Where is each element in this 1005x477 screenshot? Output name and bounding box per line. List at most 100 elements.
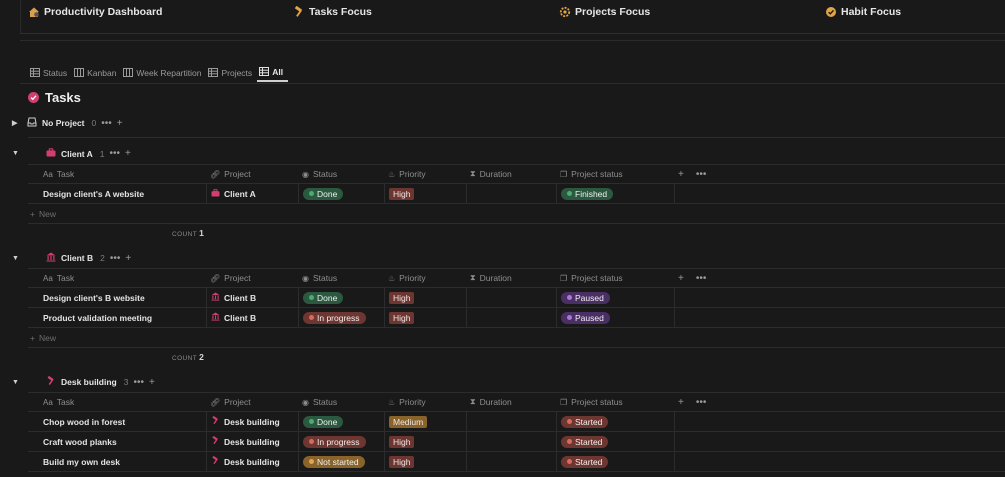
duration-cell[interactable] — [466, 412, 556, 431]
new-label: New — [38, 332, 56, 343]
column-header-duration[interactable]: ⧗ Duration — [466, 269, 556, 287]
duration-cell[interactable] — [466, 452, 556, 471]
table-row[interactable]: Product validation meeting Client B In p… — [28, 308, 1005, 328]
column-label: Project — [224, 397, 251, 407]
add-icon[interactable]: + — [149, 377, 155, 388]
column-header-duration[interactable]: ⧗ Duration — [466, 393, 556, 411]
more-icon[interactable]: ••• — [696, 169, 707, 180]
column-header-project[interactable]: 🔗︎ Project — [206, 165, 298, 183]
column-header-task[interactable]: Aa Task — [28, 393, 206, 411]
status-cell[interactable]: In progress — [298, 432, 384, 451]
task-cell[interactable]: Design client's B website — [28, 288, 206, 307]
table-row[interactable]: Design client's A website Client A Done … — [28, 184, 1005, 204]
column-header-status[interactable]: ◉ Status — [298, 269, 384, 287]
project-cell[interactable]: Desk building — [206, 452, 298, 471]
priority-cell[interactable]: High — [384, 308, 466, 327]
tab-status[interactable]: Status — [28, 64, 72, 82]
table-row[interactable]: Craft wood planks Desk building In progr… — [28, 432, 1005, 452]
nav-link-productivity-dashboard[interactable]: Productivity Dashboard — [28, 6, 162, 18]
column-header-project-status[interactable]: ❐ Project status — [556, 393, 674, 411]
project-link[interactable]: Client B — [211, 292, 256, 303]
project-cell[interactable]: Client B — [206, 308, 298, 327]
project-cell[interactable]: Client B — [206, 288, 298, 307]
more-icon[interactable]: ••• — [110, 253, 121, 264]
status-cell[interactable]: Done — [298, 288, 384, 307]
add-icon[interactable]: + — [125, 253, 131, 264]
task-cell[interactable]: Product validation meeting — [28, 308, 206, 327]
priority-cell[interactable]: High — [384, 184, 466, 203]
group-header-client-b[interactable]: ▼ Client B 2 ••• + — [12, 252, 131, 264]
more-icon[interactable]: ••• — [101, 118, 112, 129]
task-cell[interactable]: Design client's A website — [28, 184, 206, 203]
column-header-priority[interactable]: ♨ Priority — [384, 165, 466, 183]
column-header-project-status[interactable]: ❐ Project status — [556, 269, 674, 287]
status-cell[interactable]: Done — [298, 184, 384, 203]
column-header-task[interactable]: Aa Task — [28, 269, 206, 287]
duration-cell[interactable] — [466, 288, 556, 307]
column-header-project-status[interactable]: ❐ Project status — [556, 165, 674, 183]
project-link[interactable]: Client B — [211, 312, 256, 323]
collapse-triangle-icon[interactable]: ▼ — [12, 255, 22, 262]
collapse-triangle-icon[interactable]: ▼ — [12, 150, 22, 157]
new-row-button[interactable]: + New — [28, 204, 1005, 224]
tab-projects[interactable]: Projects — [206, 64, 257, 82]
priority-cell[interactable]: High — [384, 452, 466, 471]
status-cell[interactable]: Not started — [298, 452, 384, 471]
add-column-icon[interactable]: + — [678, 397, 684, 408]
column-header-task[interactable]: Aa Task — [28, 165, 206, 183]
more-icon[interactable]: ••• — [696, 397, 707, 408]
task-cell[interactable]: Build my own desk — [28, 452, 206, 471]
group-header-client-a[interactable]: ▼ Client A 1 ••• + — [12, 148, 131, 159]
priority-cell[interactable]: High — [384, 432, 466, 451]
duration-cell[interactable] — [466, 184, 556, 203]
nav-link-projects-focus[interactable]: Projects Focus — [559, 6, 650, 18]
column-header-project[interactable]: 🔗︎ Project — [206, 393, 298, 411]
group-header-desk-building[interactable]: ▼ Desk building 3 ••• + — [12, 375, 155, 388]
project-cell[interactable]: Desk building — [206, 432, 298, 451]
status-cell[interactable]: Done — [298, 412, 384, 431]
task-cell[interactable]: Craft wood planks — [28, 432, 206, 451]
nav-link-habit-focus[interactable]: Habit Focus — [825, 6, 901, 18]
duration-cell[interactable] — [466, 308, 556, 327]
add-column-icon[interactable]: + — [678, 169, 684, 180]
column-header-status[interactable]: ◉ Status — [298, 393, 384, 411]
project-link[interactable]: Desk building — [211, 455, 280, 467]
more-icon[interactable]: ••• — [696, 273, 707, 284]
column-header-priority[interactable]: ♨ Priority — [384, 269, 466, 287]
nav-link-tasks-focus[interactable]: Tasks Focus — [293, 6, 372, 18]
add-icon[interactable]: + — [117, 118, 123, 129]
table-row[interactable]: Build my own desk Desk building Not star… — [28, 452, 1005, 472]
column-header-priority[interactable]: ♨ Priority — [384, 393, 466, 411]
add-icon[interactable]: + — [125, 148, 131, 159]
tab-week-repartition[interactable]: Week Repartition — [121, 64, 206, 82]
more-icon[interactable]: ••• — [133, 377, 144, 388]
duration-cell[interactable] — [466, 432, 556, 451]
column-header-status[interactable]: ◉ Status — [298, 165, 384, 183]
table-row[interactable]: Chop wood in forest Desk building Done M… — [28, 412, 1005, 432]
project-cell[interactable]: Client A — [206, 184, 298, 203]
status-cell[interactable]: In progress — [298, 308, 384, 327]
project-cell[interactable]: Desk building — [206, 412, 298, 431]
task-cell[interactable]: Chop wood in forest — [28, 412, 206, 431]
add-column-icon[interactable]: + — [678, 273, 684, 284]
collapse-triangle-icon[interactable]: ▼ — [12, 379, 22, 386]
count-summary[interactable]: COUNT 2 — [172, 352, 204, 362]
more-icon[interactable]: ••• — [110, 148, 121, 159]
tab-kanban[interactable]: Kanban — [72, 64, 121, 82]
expand-triangle-icon[interactable]: ▶ — [12, 119, 22, 127]
project-link[interactable]: Desk building — [211, 415, 280, 427]
table-row[interactable]: Design client's B website Client B Done … — [28, 288, 1005, 308]
new-row-button[interactable]: + New — [28, 328, 1005, 348]
tab-all[interactable]: All — [257, 64, 289, 82]
table-icon — [259, 66, 270, 78]
priority-cell[interactable]: High — [384, 288, 466, 307]
count-summary[interactable]: COUNT 1 — [172, 228, 204, 238]
column-header-duration[interactable]: ⧗ Duration — [466, 165, 556, 183]
group-header-no-project[interactable]: ▶ No Project 0 ••• + — [12, 117, 123, 129]
status-dot — [309, 419, 314, 424]
priority-cell[interactable]: Medium — [384, 412, 466, 431]
project-link[interactable]: Client A — [211, 189, 256, 199]
project-link[interactable]: Desk building — [211, 435, 280, 447]
column-header-project[interactable]: 🔗︎ Project — [206, 269, 298, 287]
column-actions: + ••• — [674, 393, 1005, 411]
